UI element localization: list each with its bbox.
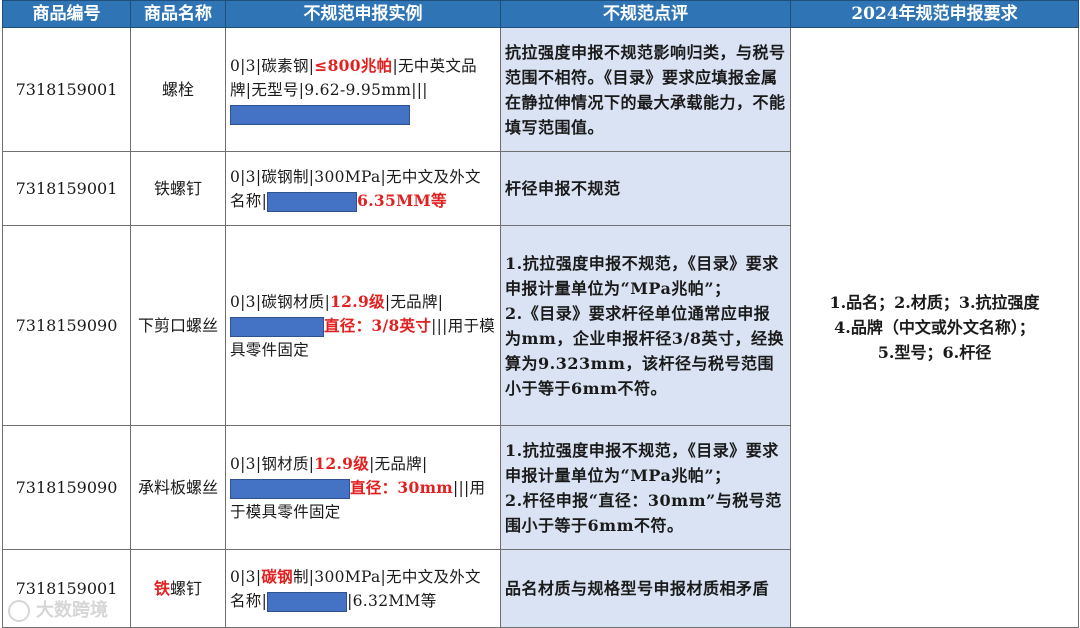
highlight-text: 12.9级 <box>330 291 385 311</box>
watermark: 大数跨境 <box>8 596 108 622</box>
comment-cell: 1.抗拉强度申报不规范，《目录》要求申报计量单位为“MPa兆帕”； 2.杆径申报… <box>500 425 791 550</box>
requirement-cell: 1.品名；2.材质；3.抗拉强度 4.品牌（中文或外文名称）； 5.型号；6.杆… <box>790 27 1079 628</box>
watermark-logo-icon <box>8 600 30 622</box>
product-name: 下剪口螺丝 <box>130 225 226 426</box>
product-code: 7318159001 <box>2 27 131 152</box>
redacted-block <box>267 191 358 212</box>
highlight-text: 直径：30mm <box>350 477 453 497</box>
highlight-text: 碳钢 <box>261 566 293 586</box>
bad-example: 0|3|碳素钢|≤800兆帕|无中英文品牌|无型号|9.62-9.95mm||| <box>225 27 501 152</box>
requirement-line: 5.型号；6.杆径 <box>877 343 992 362</box>
redacted-block <box>230 104 410 125</box>
header-example: 不规范申报实例 <box>225 0 501 28</box>
bad-example: 0|3|碳钢制|300MPa|无中文及外文名称| 6.35MM等 <box>225 151 501 226</box>
redacted-block <box>267 591 348 612</box>
highlight-text: 6.35MM等 <box>357 190 447 210</box>
redacted-block <box>230 478 350 499</box>
highlight-text: 直径：3/8英寸 <box>324 315 432 335</box>
product-name: 铁螺钉 <box>130 151 226 226</box>
product-code: 7318159001 <box>2 151 131 226</box>
product-code: 7318159090 <box>2 225 131 426</box>
header-name: 商品名称 <box>130 0 226 28</box>
comment-cell: 品名材质与规格型号申报材质相矛盾 <box>500 549 791 628</box>
product-code: 7318159090 <box>2 425 131 550</box>
redacted-block <box>230 316 324 337</box>
product-name: 铁螺钉 <box>130 549 226 628</box>
declaration-table: 商品编号 商品名称 不规范申报实例 不规范点评 2024年规范申报要求 7318… <box>2 0 1079 628</box>
table-row: 7318159001 螺栓 0|3|碳素钢|≤800兆帕|无中英文品牌|无型号|… <box>2 27 1079 628</box>
comment-cell: 抗拉强度申报不规范影响归类，与税号范围不相符。《目录》要求应填报金属在静拉伸情况… <box>500 27 791 152</box>
requirement-line: 1.品名；2.材质；3.抗拉强度 <box>829 293 1040 312</box>
header-requirement: 2024年规范申报要求 <box>790 0 1079 28</box>
product-name: 螺栓 <box>130 27 226 152</box>
header-comment: 不规范点评 <box>500 0 791 28</box>
highlight-text: 12.9级 <box>314 453 370 473</box>
bad-example: 0|3|钢材质|12.9级|无品牌|直径：30mm|||用于模具零件固定 <box>225 425 501 550</box>
bad-example: 0|3|碳钢材质|12.9级|无品牌|直径：3/8英寸|||用于模具零件固定 <box>225 225 501 426</box>
highlight-text: ≤800兆帕 <box>314 55 393 75</box>
highlight-text: 铁 <box>153 578 170 598</box>
product-name: 承料板螺丝 <box>130 425 226 550</box>
header-row: 商品编号 商品名称 不规范申报实例 不规范点评 2024年规范申报要求 <box>2 0 1079 28</box>
requirement-line: 4.品牌（中文或外文名称）； <box>834 318 1035 337</box>
comment-cell: 1.抗拉强度申报不规范，《目录》要求申报计量单位为“MPa兆帕”； 2.《目录》… <box>500 225 791 426</box>
comment-cell: 杆径申报不规范 <box>500 151 791 226</box>
header-code: 商品编号 <box>2 0 131 28</box>
bad-example: 0|3|碳钢制|300MPa|无中文及外文名称| |6.32MM等 <box>225 549 501 628</box>
